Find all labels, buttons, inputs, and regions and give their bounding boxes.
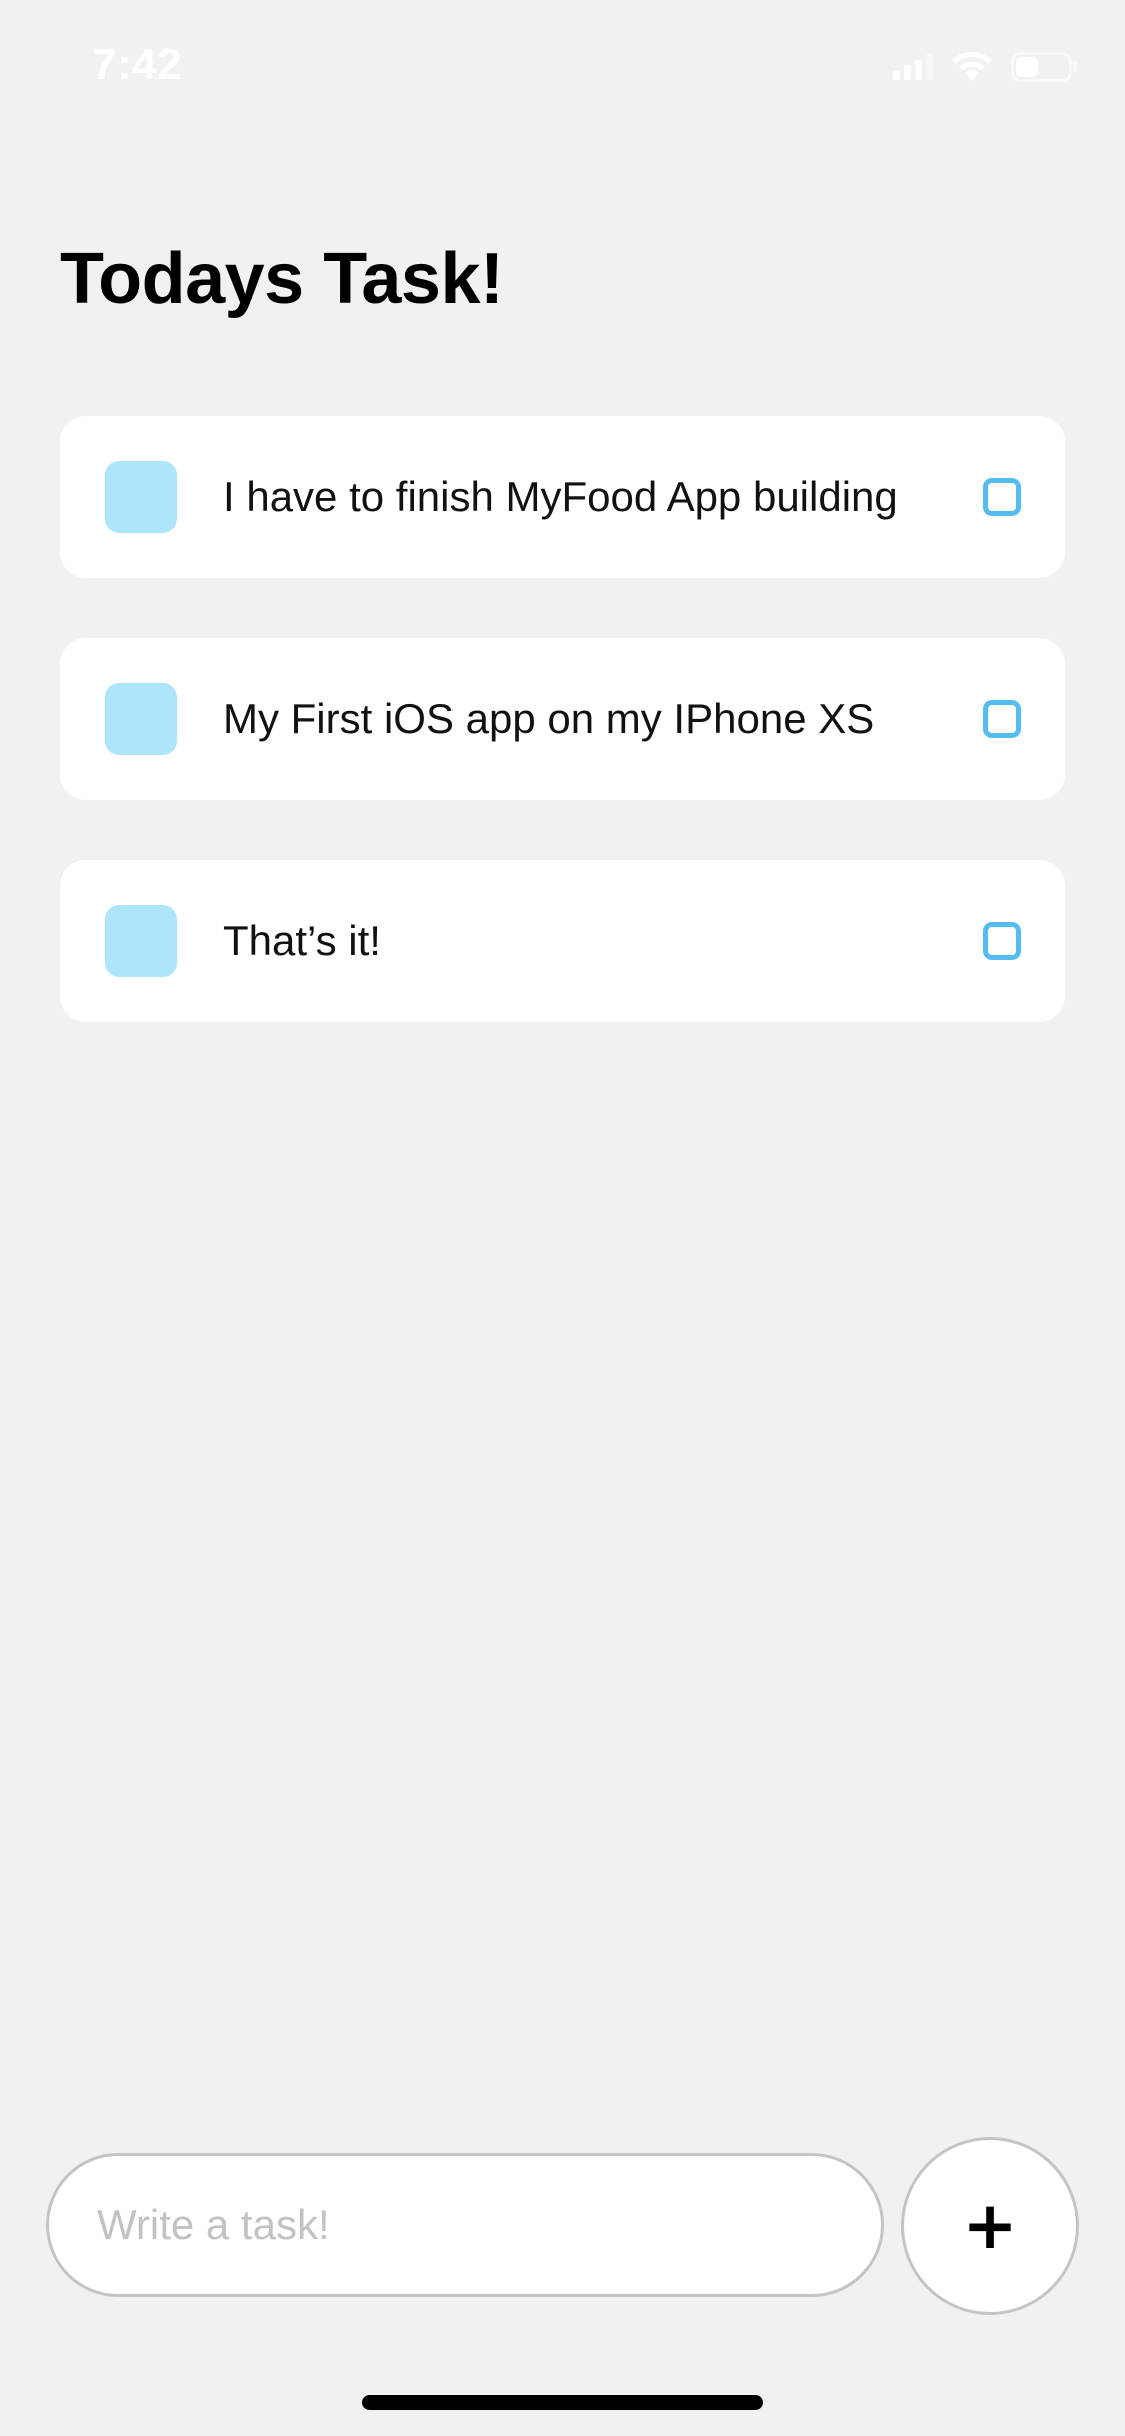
task-square-icon: [105, 461, 177, 533]
battery-icon: [1011, 52, 1077, 82]
task-checkbox[interactable]: [983, 700, 1021, 738]
page-title: Todays Task!: [60, 239, 504, 319]
status-bar: 7:42: [0, 0, 1125, 140]
task-checkbox[interactable]: [983, 478, 1021, 516]
status-icons: [893, 52, 1077, 82]
home-indicator[interactable]: [362, 2395, 763, 2410]
task-input-container: [46, 2153, 884, 2297]
add-task-button[interactable]: +: [901, 2137, 1079, 2315]
task-text: My First iOS app on my IPhone XS: [223, 695, 875, 742]
task-text: That’s it!: [223, 917, 381, 964]
task-square-icon: [105, 905, 177, 977]
task-text: I have to finish MyFood App building: [223, 473, 898, 520]
cellular-signal-icon: [893, 54, 933, 80]
task-square-icon: [105, 683, 177, 755]
app-screen: 7:42 Todays Task! I have to finish MyFoo…: [0, 0, 1125, 2436]
task-item[interactable]: I have to finish MyFood App building: [60, 416, 1065, 578]
task-item[interactable]: My First iOS app on my IPhone XS: [60, 638, 1065, 800]
plus-icon: +: [962, 2187, 1018, 2264]
wifi-icon: [951, 52, 993, 82]
task-list: I have to finish MyFood App building My …: [60, 416, 1065, 1022]
task-item[interactable]: That’s it!: [60, 860, 1065, 1022]
status-time: 7:42: [92, 40, 183, 89]
task-checkbox[interactable]: [983, 922, 1021, 960]
task-input[interactable]: [49, 2156, 881, 2294]
